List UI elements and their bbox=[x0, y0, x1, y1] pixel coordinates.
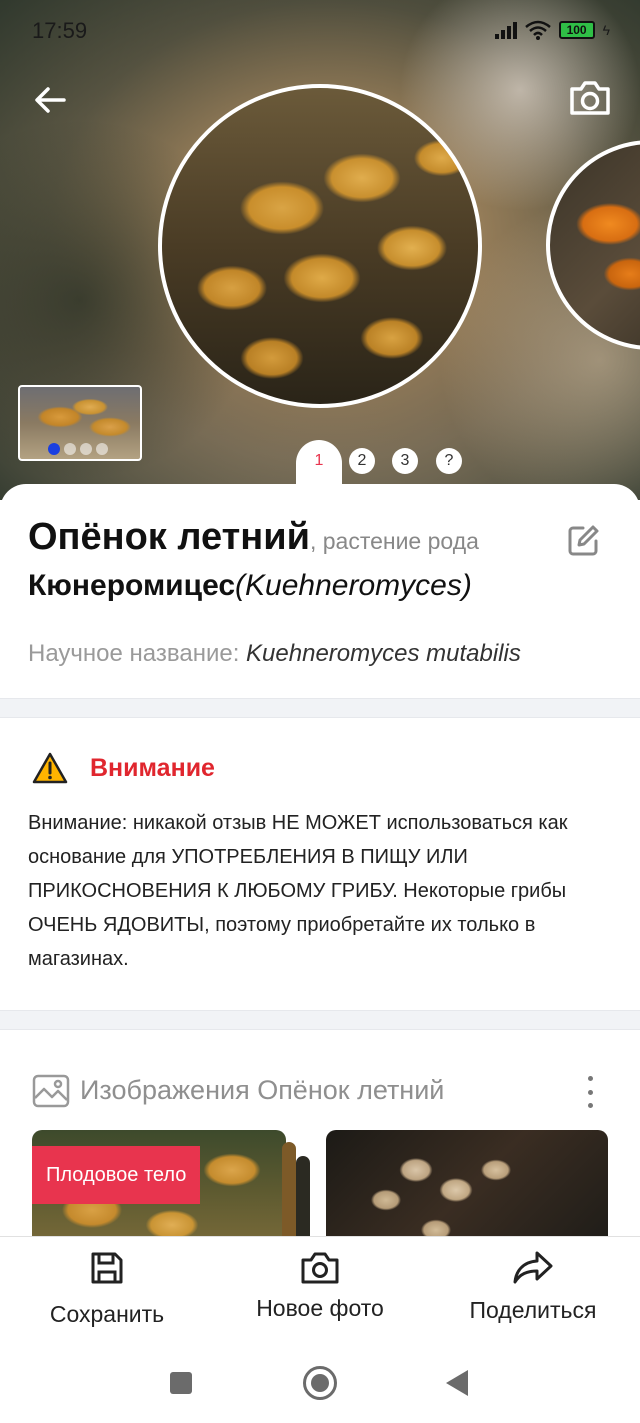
status-bar: 17:59 100 ϟ bbox=[0, 0, 640, 60]
next-photo[interactable] bbox=[546, 140, 640, 350]
signal-icon bbox=[494, 21, 517, 39]
pager-item-1[interactable]: 1 bbox=[306, 448, 332, 474]
system-navigation-bar bbox=[0, 1348, 640, 1423]
status-icons: 100 ϟ bbox=[494, 20, 610, 40]
scientific-value: Kuehneromyces mutabilis bbox=[246, 640, 521, 667]
battery-icon: 100 bbox=[558, 21, 595, 39]
new-photo-label: Новое фото bbox=[256, 1295, 384, 1321]
scientific-label: Научное название: bbox=[28, 640, 247, 667]
share-icon bbox=[513, 1251, 553, 1284]
charging-icon: ϟ bbox=[602, 22, 610, 38]
camera-icon bbox=[301, 1252, 339, 1284]
home-button[interactable] bbox=[303, 1366, 337, 1400]
arrow-left-icon bbox=[35, 87, 66, 113]
pager-item-2[interactable]: 2 bbox=[349, 448, 375, 474]
genus-latin: (Kuehneromyces) bbox=[235, 569, 472, 602]
image-icon bbox=[32, 1074, 70, 1108]
scientific-name: Научное название: Kuehneromyces mutabili… bbox=[28, 640, 521, 668]
edit-icon bbox=[568, 525, 599, 556]
back-button[interactable] bbox=[28, 78, 72, 122]
save-icon bbox=[91, 1252, 123, 1284]
camera-button[interactable] bbox=[566, 74, 614, 122]
genus-label: Кюнеромицес bbox=[28, 569, 236, 602]
hero-header: 17:59 100 ϟ bbox=[0, 0, 640, 500]
gallery-title: Изображения Опёнок летний bbox=[80, 1075, 445, 1105]
share-button[interactable]: Поделиться bbox=[460, 1237, 606, 1324]
genus-name: Кюнеромицес(Kuehneromyces) bbox=[28, 569, 568, 603]
warning-icon bbox=[32, 752, 68, 784]
camera-icon bbox=[570, 81, 610, 115]
system-back-button[interactable] bbox=[446, 1370, 468, 1396]
new-photo-button[interactable]: Новое фото bbox=[250, 1237, 390, 1322]
more-dot-icon bbox=[587, 1076, 593, 1081]
plant-name: Опёнок летний bbox=[28, 516, 310, 558]
pager-item-3[interactable]: 3 bbox=[392, 448, 418, 474]
save-label: Сохранить bbox=[49, 1301, 165, 1327]
warning-text: Внимание: никакой отзыв НЕ МОЖЕТ использ… bbox=[28, 812, 568, 970]
thumbnail-indicator bbox=[48, 443, 108, 455]
gallery-badge: Плодовое тело bbox=[32, 1146, 201, 1204]
bottom-action-bar: Сохранить Новое фото Поделиться bbox=[0, 1236, 640, 1348]
genus-prefix: , растение рода bbox=[309, 528, 479, 554]
home-icon bbox=[311, 1374, 329, 1392]
section-divider bbox=[0, 698, 640, 718]
edit-button[interactable] bbox=[564, 522, 602, 560]
main-photo[interactable] bbox=[158, 84, 482, 408]
gallery-image[interactable] bbox=[326, 1130, 608, 1250]
save-button[interactable]: Сохранить bbox=[44, 1237, 170, 1328]
more-options-button[interactable] bbox=[578, 1072, 602, 1112]
status-time: 17:59 bbox=[32, 18, 88, 43]
recents-button[interactable] bbox=[170, 1372, 192, 1394]
thumbnail-photo[interactable] bbox=[18, 385, 142, 461]
wifi-icon bbox=[524, 20, 551, 40]
warning-title: Внимание bbox=[90, 754, 215, 782]
share-label: Поделиться bbox=[469, 1297, 597, 1323]
pager-item-unknown[interactable]: ? bbox=[436, 448, 462, 474]
plant-title: Опёнок летний, растение рода Кюнеромицес… bbox=[28, 516, 568, 603]
section-divider bbox=[0, 1010, 640, 1030]
